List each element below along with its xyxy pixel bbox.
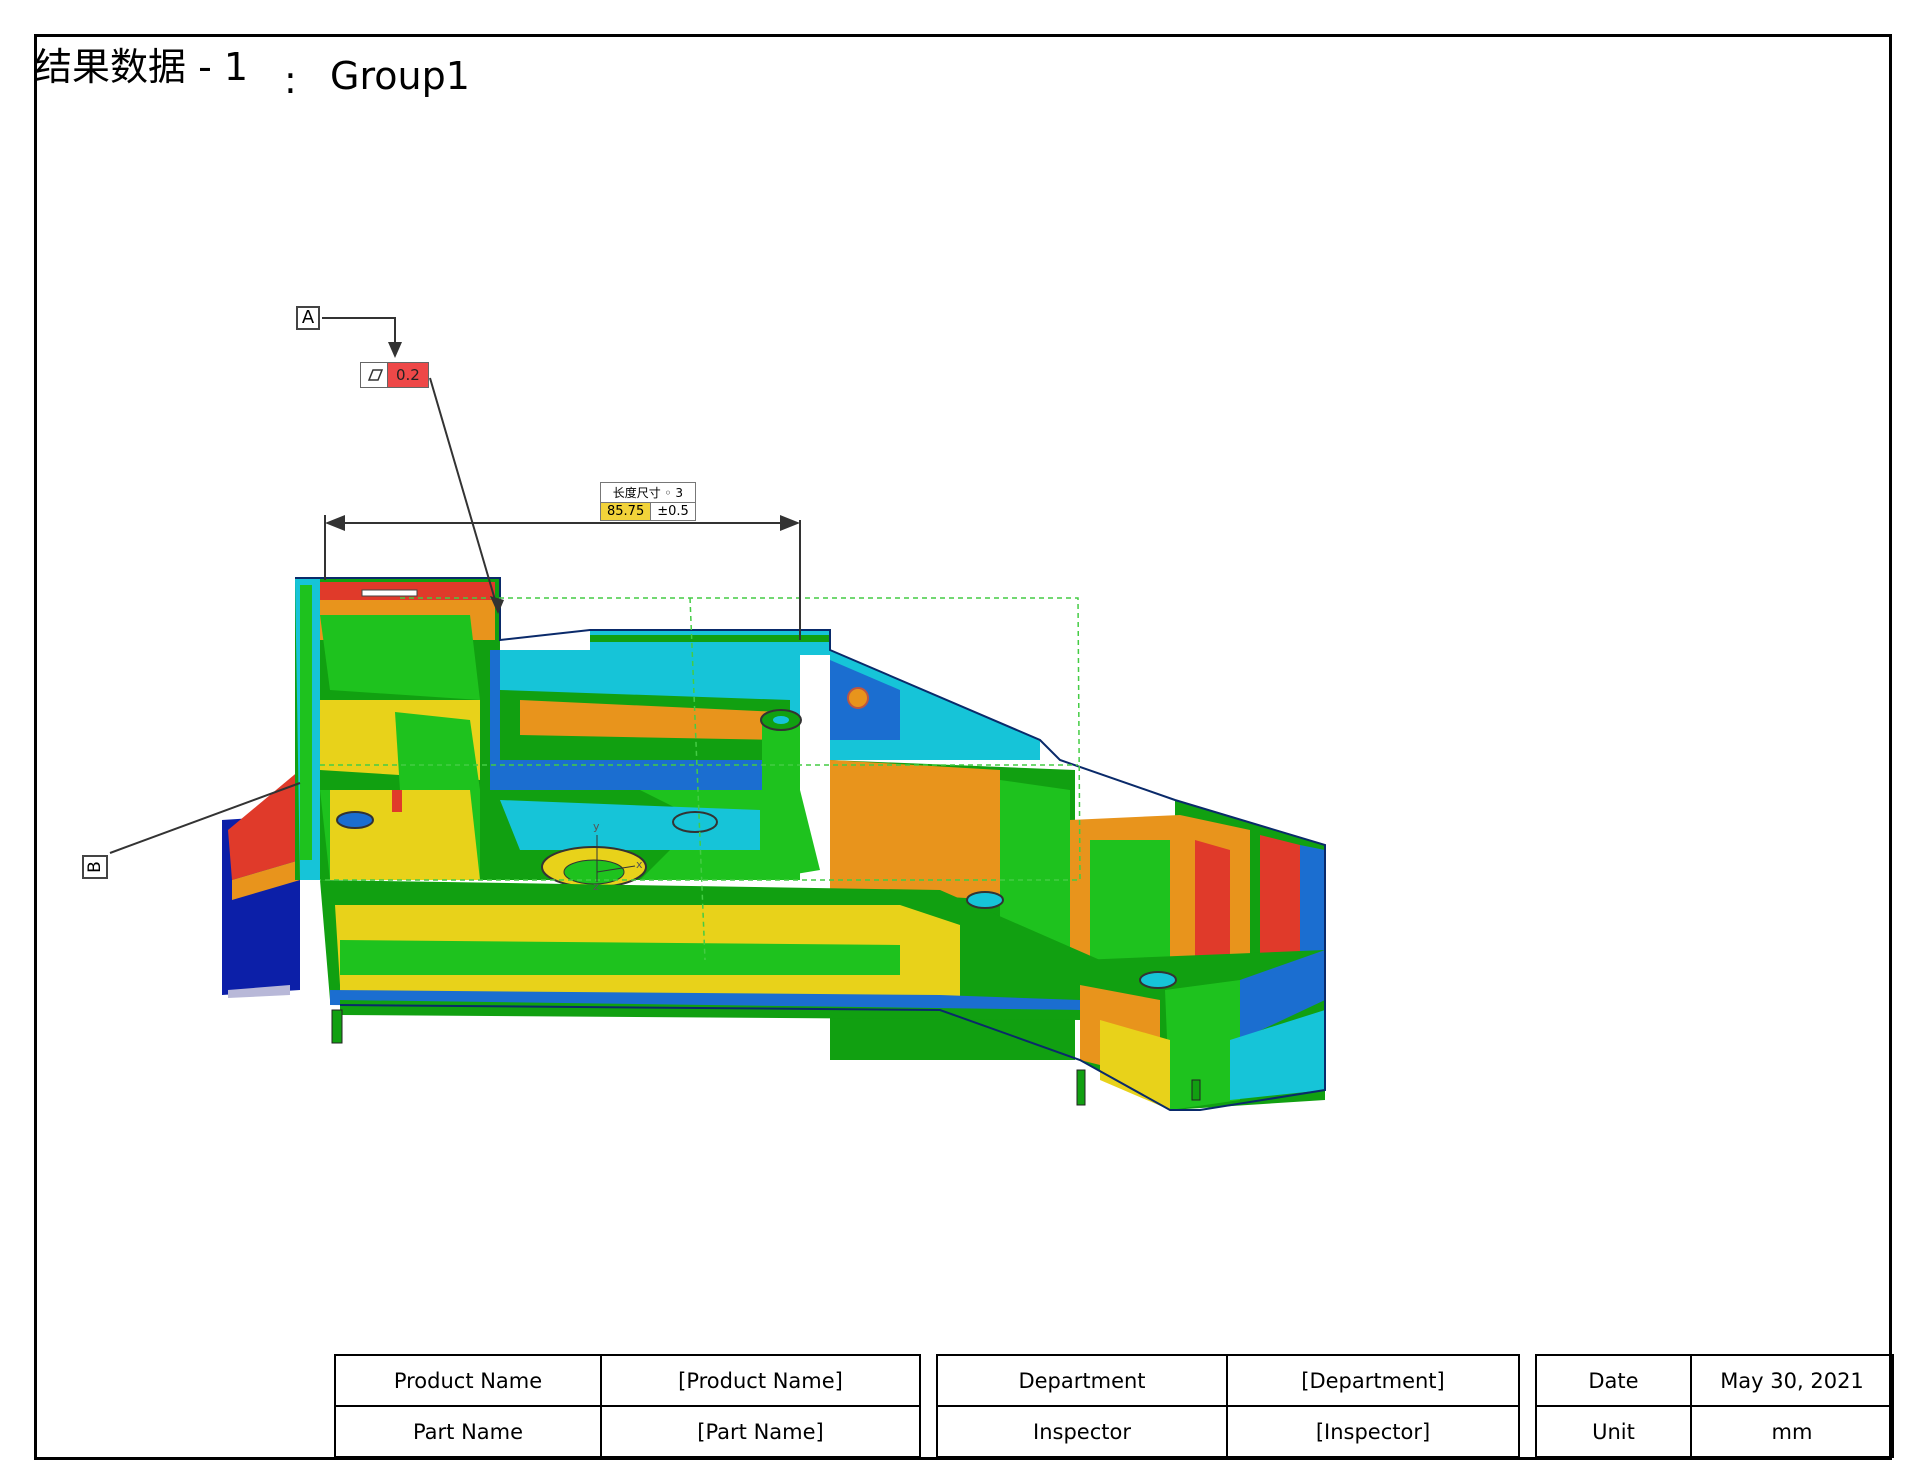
- date-info-table: Date May 30, 2021 Unit mm: [1535, 1354, 1894, 1458]
- axis-x-label: x: [636, 858, 643, 871]
- date-value[interactable]: May 30, 2021: [1690, 1354, 1894, 1407]
- inspector-value[interactable]: [Inspector]: [1226, 1405, 1520, 1458]
- part-name-label: Part Name: [334, 1405, 602, 1458]
- dimension-callout[interactable]: 长度尺寸 ◦ 3 85.75 ±0.5: [600, 482, 696, 521]
- flatness-callout[interactable]: 0.2: [360, 362, 429, 388]
- department-value[interactable]: [Department]: [1226, 1354, 1520, 1407]
- date-label: Date: [1535, 1354, 1692, 1407]
- dimension-tolerance: ±0.5: [657, 504, 689, 519]
- screw-post: [762, 720, 800, 880]
- inspector-label: Inspector: [936, 1405, 1228, 1458]
- unit-label: Unit: [1535, 1405, 1692, 1458]
- dimension-value: 85.75: [601, 503, 652, 520]
- report-title: 结果数据 - 1: [34, 45, 249, 89]
- product-name-value[interactable]: [Product Name]: [600, 1354, 921, 1407]
- dimension-values: 85.75 ±0.5: [601, 503, 695, 520]
- axis-z-label: z: [593, 880, 599, 893]
- datum-a-label: A: [301, 307, 315, 328]
- group-name: Group1: [330, 54, 470, 98]
- flatness-icon: [361, 363, 388, 387]
- datum-a-box[interactable]: A: [296, 306, 320, 330]
- department-label: Department: [936, 1354, 1228, 1407]
- unit-value[interactable]: mm: [1690, 1405, 1894, 1458]
- datum-b-label: B: [84, 861, 105, 873]
- color-map-viewport[interactable]: [60, 290, 1360, 1130]
- department-info-table: Department [Department] Inspector [Inspe…: [936, 1354, 1520, 1458]
- dimension-label: 长度尺寸 ◦ 3: [601, 483, 695, 503]
- part-model: [222, 577, 1326, 1111]
- product-info-table: Product Name [Product Name] Part Name [P…: [334, 1354, 921, 1458]
- flatness-value: 0.2: [388, 363, 428, 387]
- axis-y-label: y: [593, 820, 600, 833]
- datum-b-box[interactable]: B: [82, 855, 108, 879]
- product-name-label: Product Name: [334, 1354, 602, 1407]
- part-name-value[interactable]: [Part Name]: [600, 1405, 921, 1458]
- title-colon: :: [284, 58, 297, 102]
